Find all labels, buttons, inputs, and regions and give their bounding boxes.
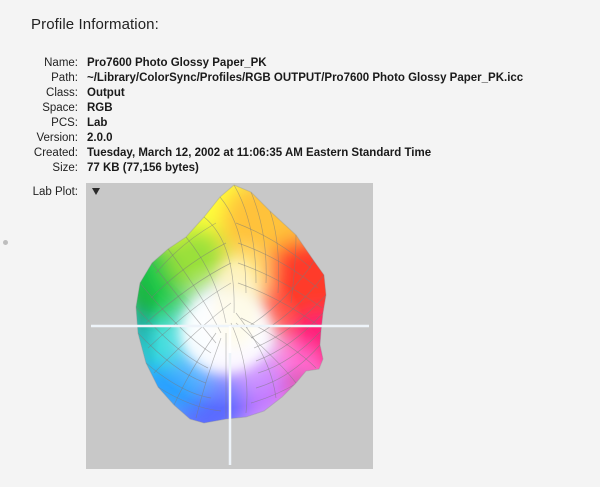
info-value: Lab — [87, 117, 108, 129]
info-label: Version: — [36, 132, 78, 144]
info-value: ~/Library/ColorSync/Profiles/RGB OUTPUT/… — [87, 72, 524, 84]
info-value: 77 KB (77,156 bytes) — [87, 162, 199, 174]
lab-plot-label: Lab Plot: — [32, 186, 78, 198]
info-value: RGB — [87, 102, 113, 114]
info-label: PCS: — [51, 117, 78, 129]
info-value: 2.0.0 — [87, 132, 113, 144]
lab-plot-view[interactable] — [86, 183, 373, 469]
info-label: Path: — [51, 72, 78, 84]
lab-gamut-plot[interactable] — [86, 183, 373, 469]
side-marker — [3, 240, 8, 245]
info-label: Name: — [44, 57, 78, 69]
info-label: Space: — [42, 102, 78, 114]
disclosure-triangle-icon[interactable] — [92, 188, 100, 195]
section-title: Profile Information: — [31, 16, 159, 33]
info-value: Pro7600 Photo Glossy Paper_PK — [87, 57, 267, 69]
info-label: Size: — [52, 162, 78, 174]
info-label: Created: — [33, 147, 78, 159]
info-value: Tuesday, March 12, 2002 at 11:06:35 AM E… — [87, 147, 432, 159]
info-value: Output — [87, 87, 125, 99]
info-label: Class: — [46, 87, 78, 99]
